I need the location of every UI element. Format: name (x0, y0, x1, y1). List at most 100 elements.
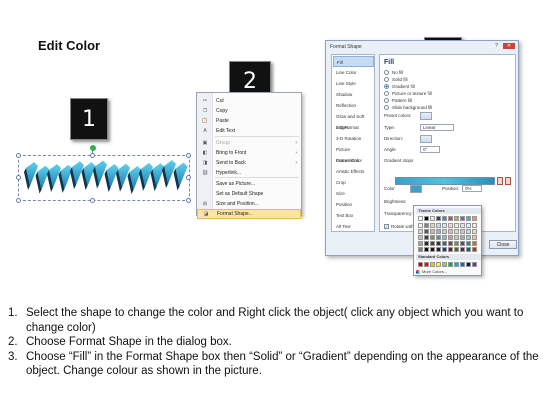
resize-handle[interactable] (16, 153, 21, 158)
color-swatch[interactable] (436, 216, 441, 221)
color-swatch[interactable] (454, 229, 459, 234)
radio-no-fill[interactable]: No fill (384, 69, 403, 76)
color-swatch[interactable] (424, 229, 429, 234)
color-swatch[interactable] (424, 262, 429, 267)
color-swatch[interactable] (460, 247, 465, 252)
color-swatch[interactable] (436, 247, 441, 252)
position-spinner[interactable]: 0% (462, 185, 482, 192)
color-swatch[interactable] (418, 262, 423, 267)
color-swatch[interactable] (466, 241, 471, 246)
category-position[interactable]: Position (333, 199, 374, 210)
color-swatch[interactable] (460, 223, 465, 228)
color-swatch[interactable] (466, 247, 471, 252)
color-swatch[interactable] (448, 247, 453, 252)
close-button[interactable]: Close (489, 240, 517, 249)
color-swatch[interactable] (472, 247, 477, 252)
color-swatch[interactable] (472, 241, 477, 246)
color-swatch[interactable] (472, 229, 477, 234)
color-swatch[interactable] (430, 241, 435, 246)
color-swatch[interactable] (466, 216, 471, 221)
color-swatch[interactable] (472, 216, 477, 221)
color-swatch[interactable] (442, 241, 447, 246)
color-swatch[interactable] (442, 262, 447, 267)
color-swatch[interactable] (430, 223, 435, 228)
category-3-d-format[interactable]: 3-D Format (333, 122, 374, 133)
color-swatch[interactable] (442, 223, 447, 228)
color-swatch[interactable] (454, 216, 459, 221)
category-shadow[interactable]: Shadow (333, 89, 374, 100)
category-reflection[interactable]: Reflection (333, 100, 374, 111)
color-swatch[interactable] (460, 216, 465, 221)
angle-spinner[interactable]: 0° (420, 146, 440, 153)
color-swatch[interactable] (454, 235, 459, 240)
color-swatch[interactable] (418, 216, 423, 221)
color-swatch[interactable] (448, 229, 453, 234)
color-swatch[interactable] (424, 241, 429, 246)
help-button[interactable]: ? (492, 43, 501, 49)
color-swatch[interactable] (430, 247, 435, 252)
color-swatch[interactable] (448, 223, 453, 228)
color-swatch[interactable] (418, 247, 423, 252)
gradient-stops-bar[interactable] (395, 177, 495, 185)
color-swatch[interactable] (454, 241, 459, 246)
menu-item-hyperlink[interactable]: ⛓ Hyperlink... (197, 168, 301, 178)
remove-stop-button[interactable] (505, 177, 511, 185)
color-swatch[interactable] (472, 262, 477, 267)
color-swatch[interactable] (424, 247, 429, 252)
menu-item-edit-text[interactable]: A Edit Text (197, 126, 301, 136)
color-swatch[interactable] (460, 235, 465, 240)
category-picture-color[interactable]: Picture Color (333, 155, 374, 166)
color-swatch[interactable] (430, 262, 435, 267)
color-swatch[interactable] (460, 262, 465, 267)
color-swatch[interactable] (424, 216, 429, 221)
color-swatch[interactable] (436, 235, 441, 240)
color-swatch[interactable] (472, 235, 477, 240)
color-swatch[interactable] (460, 229, 465, 234)
menu-item-paste[interactable]: 📋 Paste (197, 116, 301, 126)
color-swatch[interactable] (424, 223, 429, 228)
color-swatch[interactable] (466, 223, 471, 228)
resize-handle[interactable] (16, 198, 21, 203)
menu-item-send-to-back[interactable]: ◨ Send to Back › (197, 158, 301, 168)
color-swatch[interactable] (448, 262, 453, 267)
menu-item-save-as-picture[interactable]: Save as Picture... (197, 179, 301, 189)
more-colors-button[interactable]: More Colors... (416, 269, 447, 274)
radio-gradient-fill[interactable]: Gradient fill (384, 83, 415, 90)
color-swatch[interactable] (436, 229, 441, 234)
radio-slide-background-fill[interactable]: Slide background fill (384, 104, 432, 111)
category-fill[interactable]: Fill (333, 56, 374, 67)
resize-handle[interactable] (16, 175, 21, 180)
color-swatch[interactable] (436, 241, 441, 246)
color-swatch[interactable] (418, 235, 423, 240)
color-swatch[interactable] (472, 223, 477, 228)
color-swatch[interactable] (418, 229, 423, 234)
resize-handle[interactable] (186, 198, 191, 203)
color-swatch[interactable] (436, 223, 441, 228)
menu-item-group[interactable]: ▣ Group › (197, 138, 301, 148)
category-artistic-effects[interactable]: Artistic Effects (333, 166, 374, 177)
color-swatch[interactable] (418, 241, 423, 246)
rotation-handle[interactable] (90, 145, 96, 151)
category-alt-text[interactable]: Alt Text (333, 221, 374, 232)
category-crop[interactable]: Crop (333, 177, 374, 188)
menu-item-size-and-position[interactable]: ⊞ Size and Position... (197, 199, 301, 209)
radio-solid-fill[interactable]: Solid fill (384, 76, 408, 83)
color-swatch[interactable] (448, 216, 453, 221)
menu-item-bring-to-front[interactable]: ◧ Bring to Front › (197, 148, 301, 158)
color-swatch[interactable] (418, 223, 423, 228)
add-stop-button[interactable] (497, 177, 503, 185)
category-size[interactable]: Size (333, 188, 374, 199)
menu-item-cut[interactable]: ✂ Cut (197, 96, 301, 106)
color-swatch[interactable] (436, 262, 441, 267)
category-text-box[interactable]: Text Box (333, 210, 374, 221)
type-dropdown[interactable]: Linear (420, 124, 454, 131)
menu-item-copy[interactable]: ❐ Copy (197, 106, 301, 116)
color-swatch[interactable] (466, 235, 471, 240)
color-swatch[interactable] (442, 235, 447, 240)
preset-colors-button[interactable] (420, 112, 432, 120)
color-swatch[interactable] (442, 247, 447, 252)
blue-3d-blocks-shape[interactable] (24, 158, 188, 196)
color-swatch[interactable] (442, 229, 447, 234)
color-swatch[interactable] (448, 235, 453, 240)
resize-handle[interactable] (90, 198, 95, 203)
